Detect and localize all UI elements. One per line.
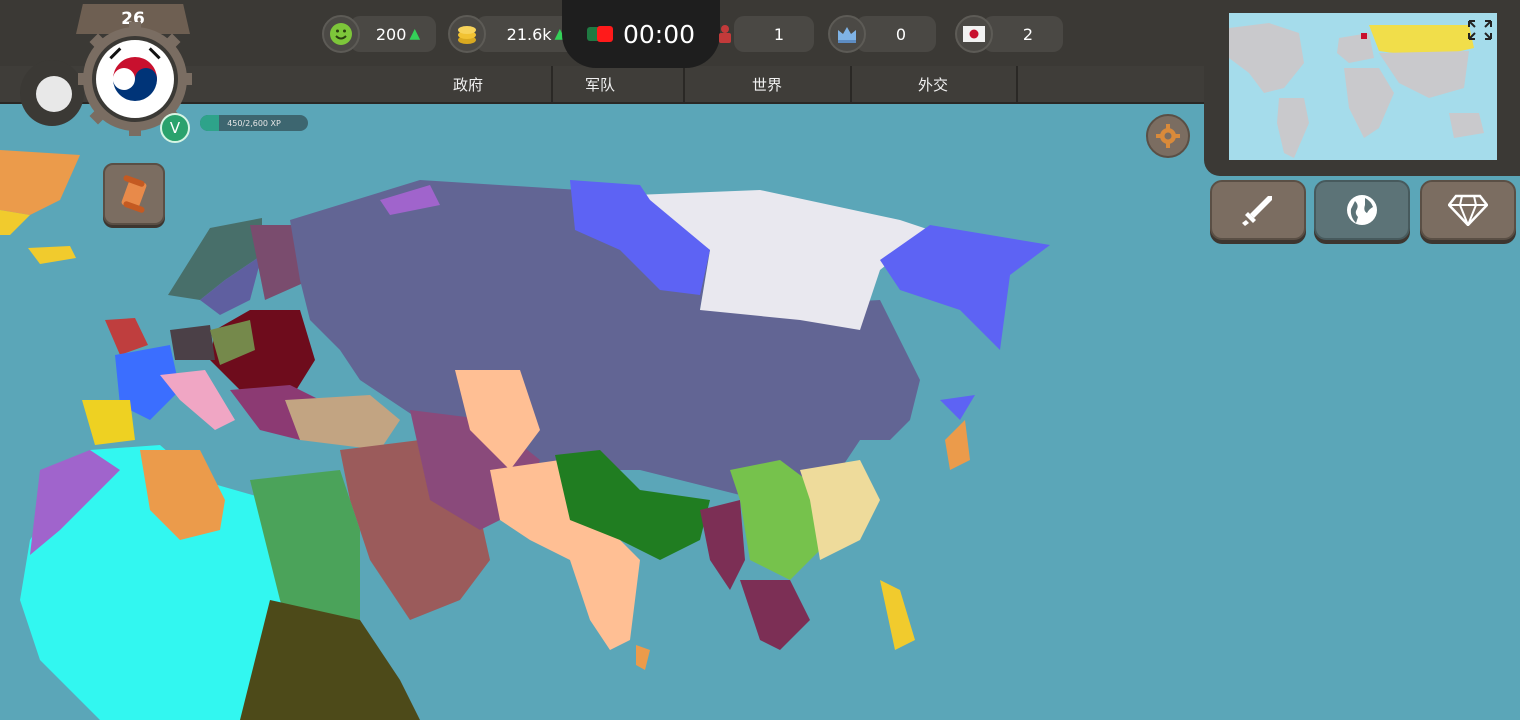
tab-diplomacy[interactable]: 外交 (850, 66, 1018, 102)
timer-value: 00:00 (622, 19, 696, 49)
scroll-icon (121, 175, 147, 213)
smiley-icon (322, 15, 360, 53)
premium-button[interactable] (1420, 180, 1516, 240)
record-icon (596, 26, 613, 42)
japan-flag-icon (955, 15, 993, 53)
globe-icon (1347, 195, 1377, 225)
world-button[interactable] (1314, 180, 1410, 240)
crown-icon (828, 15, 866, 53)
region-germany (170, 325, 215, 360)
flag-pill: 2 (983, 16, 1063, 52)
rank-badge: V (160, 113, 190, 143)
minimap-korea-marker (1361, 33, 1367, 39)
sword-icon (1242, 196, 1272, 226)
military-value: 1 (773, 24, 785, 44)
toggle-knob[interactable] (36, 76, 72, 112)
tab-world[interactable]: 世界 (684, 66, 852, 102)
money-value: 21.6k (506, 24, 552, 44)
tab-military[interactable]: 军队 (517, 66, 685, 102)
diamond-icon (1448, 194, 1488, 226)
king-value: 0 (895, 24, 907, 44)
recording-timer[interactable]: 00:00 (562, 0, 720, 68)
arrow-up-icon: ▲ (409, 26, 421, 42)
flag-stat[interactable]: 2 (955, 14, 1063, 54)
happiness-value: 200 (375, 24, 407, 44)
minimap[interactable] (1229, 13, 1497, 160)
settings-button[interactable] (1146, 114, 1190, 158)
military-stat[interactable]: 1 (706, 14, 814, 54)
king-pill: 0 (856, 16, 936, 52)
xp-progress-bar: 450/2,600 XP (200, 115, 308, 131)
coins-icon (448, 15, 486, 53)
military-pill: 1 (734, 16, 814, 52)
soldier-icon (706, 15, 744, 53)
happiness-pill: 200 ▲ (350, 16, 436, 52)
war-button[interactable] (1210, 180, 1306, 240)
rank-letter: V (169, 119, 181, 137)
king-stat[interactable]: 0 (828, 14, 936, 54)
xp-text: 450/2,600 XP (227, 118, 281, 128)
gear-icon (1156, 124, 1180, 148)
happiness-stat[interactable]: 200 ▲ (322, 14, 436, 54)
scroll-button[interactable] (103, 163, 165, 225)
flag-value: 2 (1022, 24, 1034, 44)
